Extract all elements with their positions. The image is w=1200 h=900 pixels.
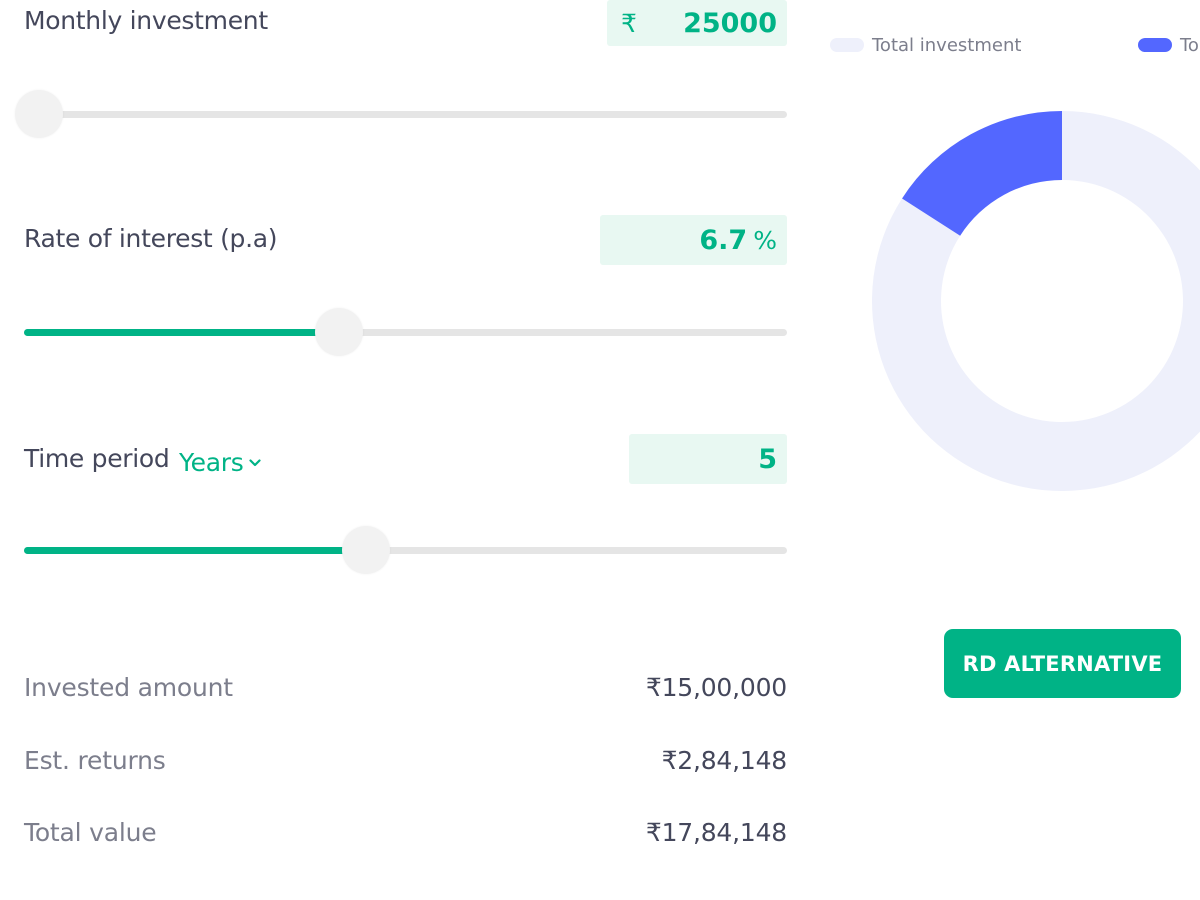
- chevron-down-icon: [249, 444, 262, 473]
- percent-suffix: %: [753, 225, 777, 255]
- slider-thumb[interactable]: [341, 526, 390, 574]
- slider-thumb[interactable]: [315, 308, 364, 356]
- invested-amount-label: Invested amount: [24, 673, 233, 702]
- time-period-slider[interactable]: [24, 525, 787, 575]
- est-returns-label: Est. returns: [24, 746, 166, 775]
- total-value-label: Total value: [24, 818, 157, 847]
- rd-calculator: Monthly investment ₹ 25000 Rate of inter…: [0, 0, 1200, 900]
- time-unit-dropdown[interactable]: Years: [179, 444, 262, 477]
- legend-label-returns: To: [1180, 34, 1199, 56]
- slider-track: [24, 111, 787, 118]
- slider-thumb[interactable]: [15, 90, 64, 138]
- rd-alternative-button[interactable]: RD ALTERNATIVE: [944, 629, 1181, 698]
- investment-donut-chart: [872, 111, 1200, 491]
- time-period-input[interactable]: 5: [629, 434, 787, 484]
- rate-of-interest-label: Rate of interest (p.a): [24, 224, 278, 253]
- monthly-investment-input[interactable]: ₹ 25000: [607, 0, 787, 46]
- monthly-investment-label: Monthly investment: [24, 6, 268, 35]
- legend-total-returns: To: [1138, 34, 1199, 56]
- slider-fill: [24, 329, 340, 336]
- time-period-label: Time period: [24, 444, 170, 473]
- rate-of-interest-input[interactable]: 6.7 %: [600, 215, 787, 265]
- invested-amount-value: ₹15,00,000: [645, 673, 787, 702]
- monthly-investment-value: 25000: [683, 7, 777, 39]
- rupee-prefix: ₹: [621, 8, 637, 38]
- slider-fill: [24, 547, 366, 554]
- monthly-investment-slider[interactable]: [15, 89, 787, 139]
- est-returns-value: ₹2,84,148: [661, 746, 788, 775]
- legend-label-investment: Total investment: [872, 34, 1022, 56]
- legend-swatch-returns: [1138, 38, 1172, 52]
- time-period-value: 5: [758, 443, 777, 475]
- legend-total-investment: Total investment: [830, 34, 1021, 56]
- rate-of-interest-value: 6.7: [699, 224, 748, 256]
- time-unit-label: Years: [179, 448, 244, 477]
- total-value-value: ₹17,84,148: [645, 818, 787, 847]
- legend-swatch-investment: [830, 38, 864, 52]
- rate-of-interest-slider[interactable]: [24, 307, 787, 357]
